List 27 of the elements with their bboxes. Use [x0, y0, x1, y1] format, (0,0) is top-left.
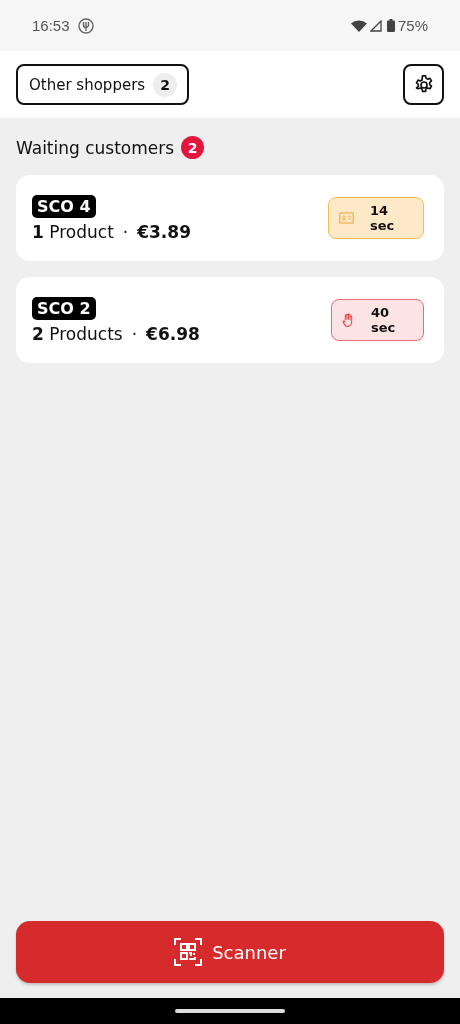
price: €6.98 — [146, 323, 200, 344]
count-badge: 2 — [181, 136, 205, 159]
qr-code-icon — [174, 938, 203, 966]
notification-icon — [77, 17, 94, 34]
product-count: 1 Product — [32, 221, 114, 242]
scanner-button[interactable]: Scanner — [16, 921, 444, 983]
section-title: Waiting customers — [16, 137, 175, 158]
shopper-count: 2 — [153, 72, 178, 97]
wifi-icon — [350, 19, 367, 32]
customer-card[interactable]: SCO 2 2 Products · €6.98 40 sec — [16, 277, 444, 363]
other-shoppers-button[interactable]: Other shoppers 2 — [16, 64, 190, 105]
settings-button[interactable] — [403, 64, 444, 105]
wait-time-tag: 40 sec — [331, 299, 424, 341]
price: €3.89 — [137, 221, 191, 242]
battery-percentage: 75% — [397, 17, 428, 34]
wait-time-tag: 14 sec — [328, 197, 424, 239]
status-time: 16:53 — [32, 17, 70, 34]
hand-icon — [342, 311, 355, 329]
station-label: SCO 4 — [32, 194, 96, 218]
battery-icon — [386, 19, 395, 32]
signal-icon — [369, 19, 382, 32]
product-count: 2 Products — [32, 323, 123, 344]
id-card-icon — [339, 211, 354, 225]
separator-dot: · — [122, 221, 129, 242]
customer-card[interactable]: SCO 4 1 Product · €3.89 14 sec — [16, 175, 444, 261]
separator-dot: · — [131, 323, 138, 344]
station-label: SCO 2 — [32, 296, 96, 320]
